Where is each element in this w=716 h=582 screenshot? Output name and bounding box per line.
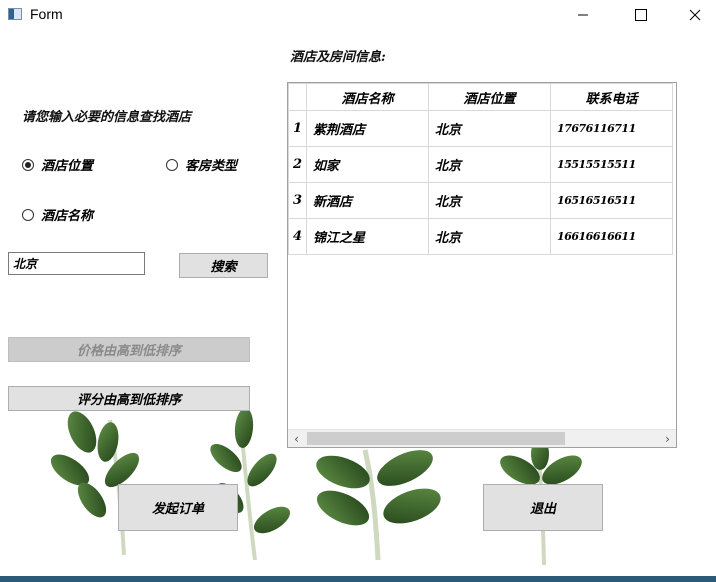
- hotel-name-cell[interactable]: 新酒店: [306, 182, 430, 219]
- column-header[interactable]: 酒店位置: [428, 83, 552, 111]
- close-icon: [689, 9, 701, 21]
- hotel-location-cell[interactable]: 北京: [428, 110, 552, 147]
- hotel-phone-cell[interactable]: 16616616611: [550, 218, 674, 255]
- radio-hotel-name-label: 酒店名称: [41, 209, 94, 224]
- corner-header: [288, 83, 308, 111]
- maximize-button[interactable]: [618, 0, 664, 30]
- radio-room-type-label: 客房类型: [185, 159, 238, 174]
- table-header-row: 酒店名称 酒店位置 联系电话: [288, 83, 674, 111]
- table-row[interactable]: 3 新酒店 北京 16516516511: [288, 182, 674, 219]
- exit-button[interactable]: 退出: [483, 484, 603, 531]
- sort-price-button[interactable]: 价格由高到低排序: [8, 337, 250, 362]
- window-title: Form: [30, 6, 63, 22]
- radio-unchecked-icon: [22, 208, 34, 221]
- hotel-location-cell[interactable]: 北京: [428, 218, 552, 255]
- minimize-button[interactable]: [560, 0, 606, 30]
- search-button[interactable]: 搜索: [179, 253, 268, 278]
- maximize-icon: [635, 9, 647, 21]
- search-prompt-label: 请您输入必要的信息查找酒店: [22, 110, 192, 125]
- row-index: 4: [288, 218, 308, 255]
- search-input[interactable]: [8, 252, 145, 275]
- hotel-name-cell[interactable]: 紫荆酒店: [306, 110, 430, 147]
- table-row[interactable]: 4 锦江之星 北京 16616616611: [288, 218, 674, 255]
- hotel-phone-cell[interactable]: 17676116711: [550, 110, 674, 147]
- hotel-location-cell[interactable]: 北京: [428, 146, 552, 183]
- place-order-button[interactable]: 发起订单: [118, 484, 238, 531]
- form-app-icon: [8, 8, 22, 20]
- hotel-name-cell[interactable]: 如家: [306, 146, 430, 183]
- row-index: 1: [288, 110, 308, 147]
- hotel-table[interactable]: 酒店名称 酒店位置 联系电话 1 紫荆酒店 北京 17676116711 2 如…: [287, 82, 677, 448]
- taskbar-strip: [0, 576, 716, 582]
- title-bar: Form: [0, 0, 716, 30]
- hotel-location-cell[interactable]: 北京: [428, 182, 552, 219]
- radio-hotel-location-label: 酒店位置: [41, 159, 94, 174]
- radio-room-type[interactable]: 客房类型: [166, 155, 237, 174]
- horizontal-scrollbar[interactable]: ‹ ›: [288, 429, 676, 447]
- scroll-left-arrow-icon[interactable]: ‹: [288, 430, 305, 447]
- scrollbar-thumb[interactable]: [307, 432, 565, 445]
- close-button[interactable]: [672, 0, 716, 30]
- hotel-phone-cell[interactable]: 16516516511: [550, 182, 674, 219]
- table-row[interactable]: 1 紫荆酒店 北京 17676116711: [288, 110, 674, 147]
- hotel-phone-cell[interactable]: 15515515511: [550, 146, 674, 183]
- table-row[interactable]: 2 如家 北京 15515515511: [288, 146, 674, 183]
- hotel-grid: 酒店名称 酒店位置 联系电话 1 紫荆酒店 北京 17676116711 2 如…: [288, 83, 674, 255]
- scroll-right-arrow-icon[interactable]: ›: [659, 430, 676, 447]
- minimize-icon: [578, 14, 588, 16]
- row-index: 2: [288, 146, 308, 183]
- hotel-name-cell[interactable]: 锦江之星: [306, 218, 430, 255]
- radio-unchecked-icon: [166, 158, 178, 171]
- radio-checked-icon: [22, 158, 34, 171]
- column-header[interactable]: 联系电话: [550, 83, 674, 111]
- radio-hotel-location[interactable]: 酒店位置: [22, 155, 93, 174]
- table-title: 酒店及房间信息:: [290, 50, 386, 65]
- row-index: 3: [288, 182, 308, 219]
- sort-rating-button[interactable]: 评分由高到低排序: [8, 386, 250, 411]
- column-header[interactable]: 酒店名称: [306, 83, 430, 111]
- radio-hotel-name[interactable]: 酒店名称: [22, 205, 93, 224]
